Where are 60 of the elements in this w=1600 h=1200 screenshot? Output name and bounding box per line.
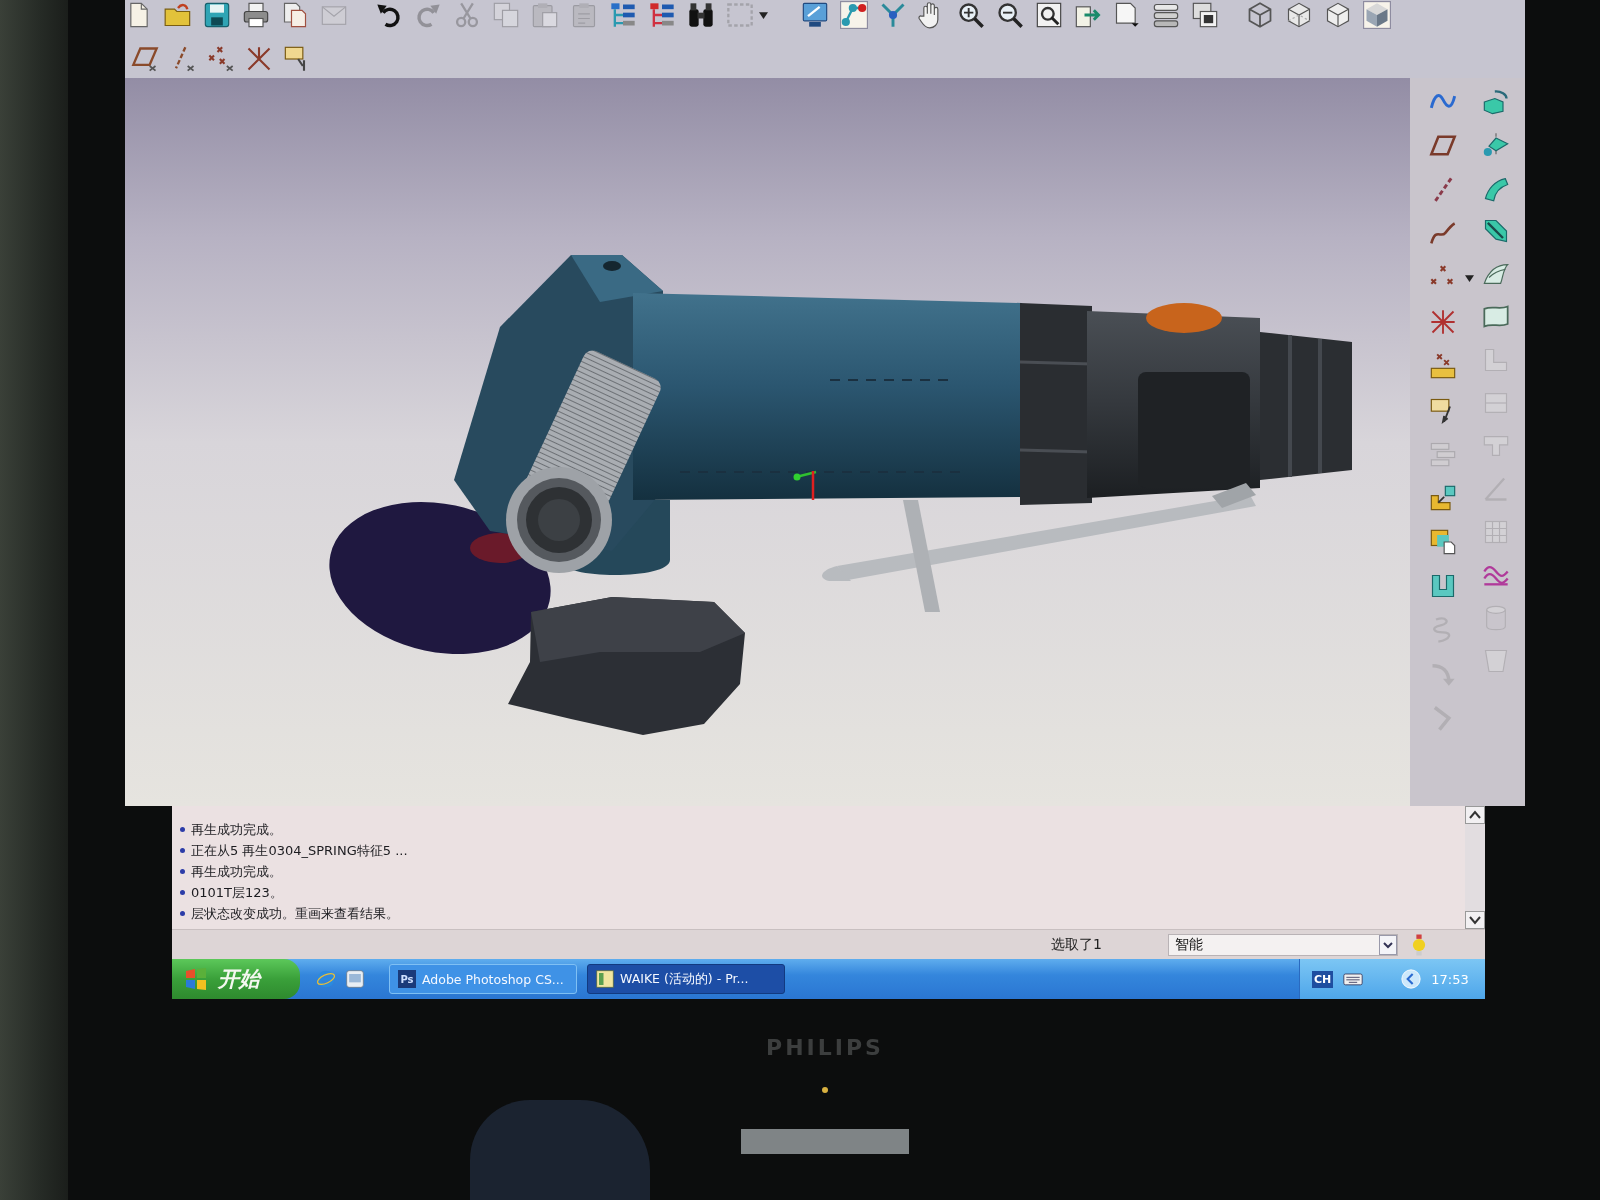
bullet-icon — [180, 848, 185, 853]
cube-icon[interactable] — [1285, 1, 1313, 29]
axis-triad-icon — [793, 470, 817, 500]
lightbulb-icon — [1412, 933, 1426, 956]
axes-icon[interactable] — [879, 1, 907, 29]
zoom-fit-icon[interactable] — [1035, 1, 1063, 29]
clock: 17:53 — [1431, 971, 1469, 987]
monitor-icon[interactable] — [801, 1, 829, 29]
folder-icon[interactable] — [164, 1, 192, 29]
stack-icon[interactable] — [1152, 1, 1180, 29]
bullet-icon — [180, 911, 185, 916]
extrude-icon[interactable] — [1482, 88, 1510, 116]
window-icon[interactable] — [345, 969, 365, 989]
points-icon[interactable] — [207, 45, 235, 73]
taskbar-button[interactable]: WAIKE (活动的) - Pr... — [587, 964, 785, 994]
revolve-icon[interactable] — [1482, 131, 1510, 159]
channel-icon[interactable] — [1429, 572, 1457, 600]
sheet-icon[interactable] — [1482, 303, 1510, 331]
power-led-icon — [822, 1087, 828, 1093]
zoom-out-icon[interactable] — [996, 1, 1024, 29]
message-text: 再生成功完成。 — [191, 820, 282, 839]
points-on-plate-icon[interactable] — [1429, 352, 1457, 380]
bullet-icon — [180, 890, 185, 895]
page-icon[interactable] — [1113, 1, 1141, 29]
image-stack-icon[interactable] — [1191, 1, 1219, 29]
message-text: 层状态改变成功。重画来查看结果。 — [191, 904, 399, 923]
message-text: 再生成功完成。 — [191, 862, 282, 881]
taskbar-button[interactable]: Ps Adobe Photoshop CS... — [389, 964, 577, 994]
cube-icon[interactable] — [1324, 1, 1352, 29]
datum-plane-icon[interactable] — [131, 45, 159, 73]
crosshair-icon[interactable] — [245, 45, 273, 73]
browser-icon[interactable] — [316, 969, 336, 989]
filter-dropdown[interactable]: 智能 — [1168, 933, 1398, 956]
language-indicator[interactable]: CH — [1312, 970, 1334, 988]
scroll-down-icon[interactable] — [1465, 911, 1485, 929]
wireframe-cube-icon[interactable] — [1246, 1, 1274, 29]
node-graph-icon[interactable] — [840, 1, 868, 29]
blocks-icon[interactable] — [1429, 484, 1457, 512]
binoculars-icon[interactable] — [687, 1, 715, 29]
caret-icon[interactable] — [1465, 275, 1474, 282]
windows-flag-icon — [184, 967, 208, 991]
message-text: 正在从5 再生0304_SPRING特征5 ... — [191, 841, 408, 860]
caret-icon[interactable] — [759, 11, 768, 19]
circled-chevron-icon[interactable] — [1401, 969, 1422, 989]
blend-icon[interactable] — [1482, 217, 1510, 245]
zoom-in-icon[interactable] — [957, 1, 985, 29]
merge-icon[interactable] — [1429, 528, 1457, 556]
selection-status: 选取了1 — [1051, 935, 1103, 954]
printer-icon[interactable] — [242, 1, 270, 29]
shaded-cube-icon[interactable] — [1363, 1, 1391, 29]
app-logo: Ps — [398, 970, 416, 988]
hierarchy-icon[interactable] — [648, 1, 676, 29]
hierarchy-icon[interactable] — [609, 1, 637, 29]
bullet-icon — [180, 869, 185, 874]
crosshair-icon[interactable] — [1429, 308, 1457, 336]
bullet-icon — [180, 827, 185, 832]
scroll-up-icon[interactable] — [1465, 806, 1485, 824]
message-text: 0101T层123。 — [191, 883, 283, 902]
documents-icon[interactable] — [281, 1, 309, 29]
app-window-icon — [596, 970, 614, 988]
